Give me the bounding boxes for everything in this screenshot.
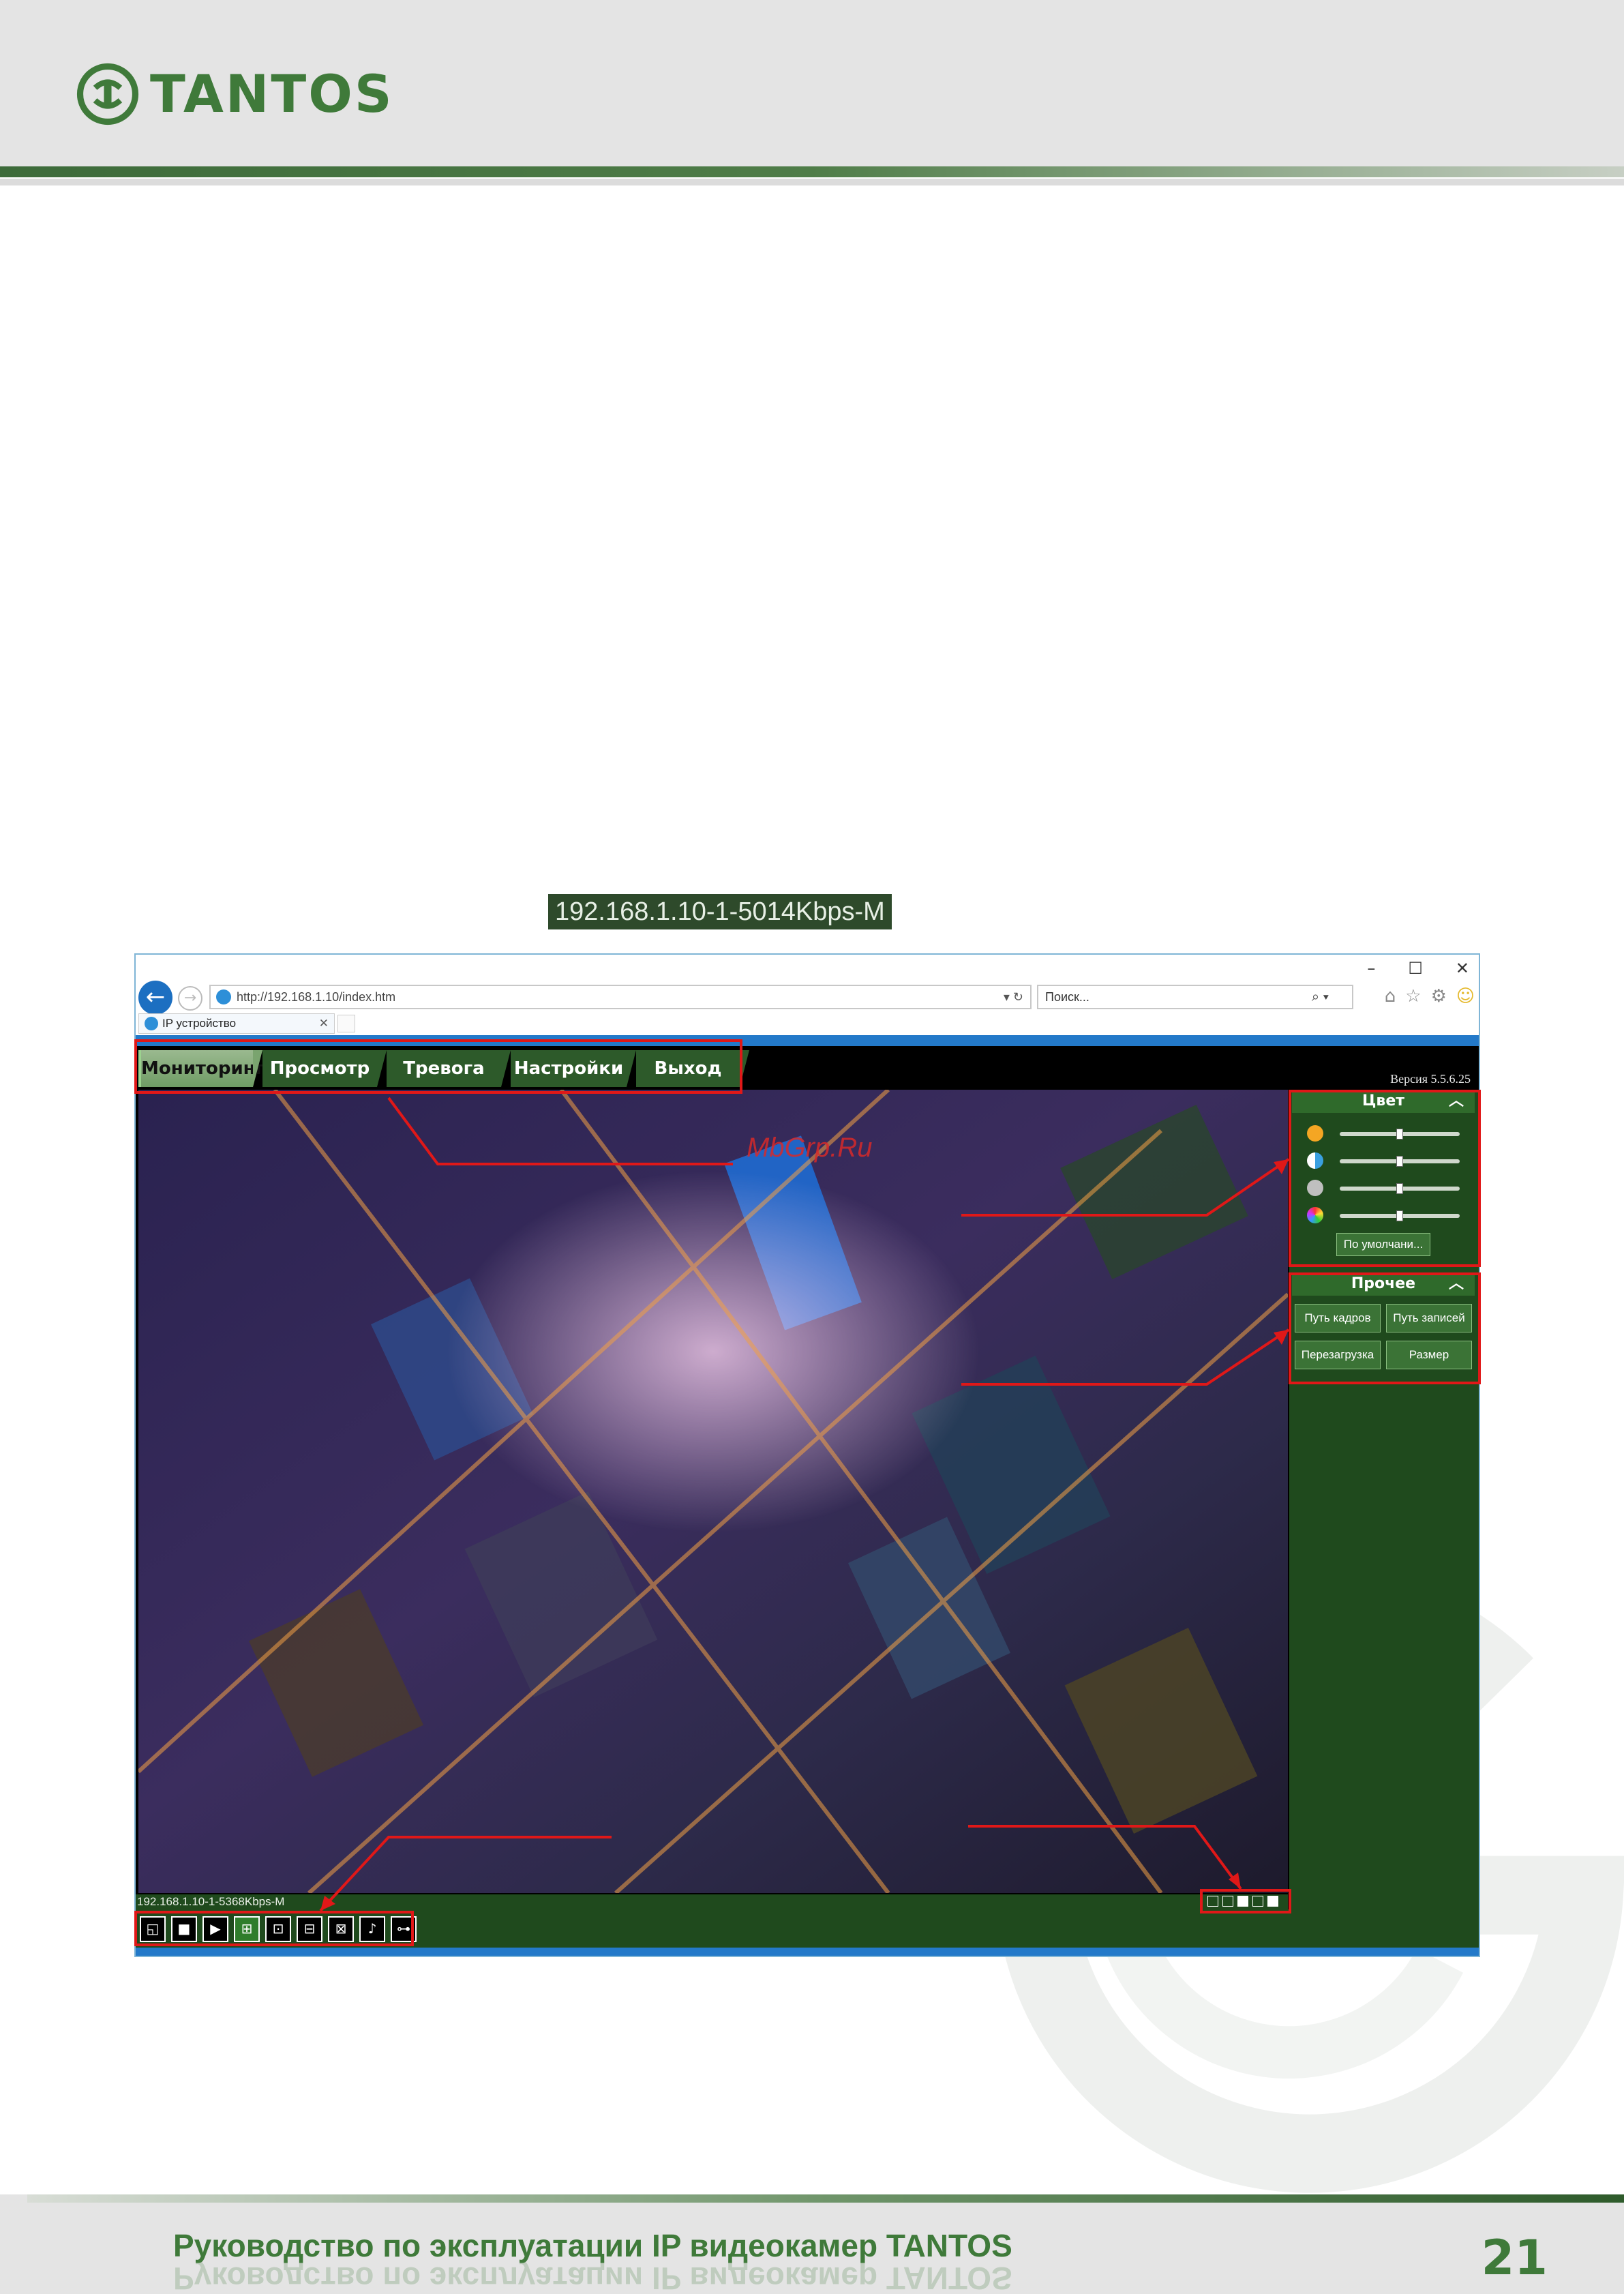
header-rule [0,166,1624,177]
stream-label: 192.168.1.10-1-5014Kbps-M [548,894,892,929]
forward-button[interactable]: → [178,986,202,1011]
search-placeholder: Поиск... [1045,990,1089,1004]
page-number: 21 [1481,2230,1548,2286]
tantos-logo: TANTOS [76,63,394,125]
browser-tab[interactable]: IP устройство ✕ [138,1013,335,1034]
version-label: Версия 5.5.6.25 [1390,1072,1471,1086]
footer-title-reflection: Руководство по эксплуатации IP видеокаме… [173,2261,1012,2294]
back-button[interactable]: ← [138,981,172,1015]
color-panel-highlight [1289,1090,1481,1267]
footer-title: Руководство по эксплуатации IP видеокаме… [173,2228,1012,2263]
browser-toolbar: ⌂ ☆ ⚙ ☺ [1385,986,1475,1007]
video-status-bar: 192.168.1.10-1-5368Kbps-M [136,1894,1288,1909]
brand-name: TANTOS [150,63,394,124]
page-footer: Руководство по эксплуатации IP видеокаме… [0,2194,1624,2294]
tab-close-icon[interactable]: ✕ [319,1014,329,1033]
video-frame [138,1090,1288,1893]
search-input[interactable]: Поиск... ⌕ ▾ [1037,985,1353,1009]
tab-title: IP устройство [162,1017,237,1030]
refresh-icon[interactable]: ▾ ↻ [1004,986,1023,1008]
home-icon[interactable]: ⌂ [1385,986,1396,1007]
tab-ie-icon [145,1017,158,1030]
favorites-star-icon[interactable]: ☆ [1405,986,1421,1007]
ie-icon [216,989,231,1004]
header-rule-thin [0,179,1624,185]
other-panel-highlight [1289,1272,1481,1384]
tantos-logo-icon [76,63,139,125]
feedback-smiley-icon[interactable]: ☺ [1456,986,1475,1007]
tab-row: IP устройство ✕ [136,1011,1479,1035]
footer-rule [27,2194,1624,2203]
camera-web-ui: Мониторинг Просмотр Тревога Настройки Вы… [136,1046,1479,1956]
status-icons-highlight [1200,1889,1291,1913]
settings-gear-icon[interactable]: ⚙ [1431,986,1447,1007]
browser-window: – ☐ ✕ ← → http://192.168.1.10/index.htm … [134,953,1480,1957]
controls-highlight [134,1911,414,1946]
address-row: ← → http://192.168.1.10/index.htm ▾ ↻ По… [136,975,1479,1015]
new-tab-button[interactable] [337,1015,355,1032]
stream-status-text: 192.168.1.10-1-5368Kbps-M [137,1895,285,1908]
menu-highlight [134,1039,742,1094]
search-icon[interactable]: ⌕ ▾ [1312,986,1329,1008]
live-video[interactable] [138,1090,1288,1893]
address-bar[interactable]: http://192.168.1.10/index.htm ▾ ↻ [209,985,1032,1009]
address-bar-url: http://192.168.1.10/index.htm [237,990,396,1004]
page-header: TANTOS [0,0,1624,169]
app-bottom-blue-bar [136,1948,1479,1956]
